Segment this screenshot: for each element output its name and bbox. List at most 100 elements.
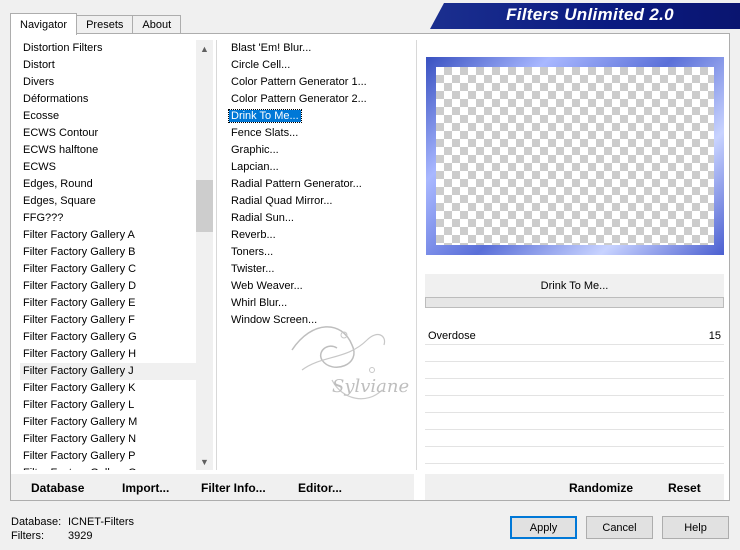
category-item[interactable]: Filter Factory Gallery F (20, 312, 196, 329)
category-item[interactable]: Filter Factory Gallery M (20, 414, 196, 431)
category-item[interactable]: Filter Factory Gallery K (20, 380, 196, 397)
filter-item[interactable]: Reverb... (228, 227, 408, 244)
filter-name-bar: Drink To Me... (425, 274, 724, 297)
filter-item-label: Blast 'Em! Blur... (231, 42, 312, 54)
filter-info-button[interactable]: Filter Info... (201, 481, 266, 495)
tab-navigator[interactable]: Navigator (10, 13, 78, 35)
param-row-empty (425, 413, 724, 430)
filter-item[interactable]: Web Weaver... (228, 278, 408, 295)
filter-list[interactable]: Blast 'Em! Blur... Circle Cell... Color Pa… (228, 40, 408, 340)
filter-item-label: Radial Pattern Generator... (231, 178, 362, 190)
filter-item-label: Web Weaver... (231, 280, 303, 292)
watermark-text: Sylviane (332, 376, 409, 397)
filter-item-label: Toners... (231, 246, 274, 258)
category-item[interactable]: Filter Factory Gallery N (20, 431, 196, 448)
category-item[interactable]: Edges, Square (20, 193, 196, 210)
database-value: ICNET-Filters (68, 516, 134, 528)
filter-item[interactable]: Blast 'Em! Blur... (228, 40, 408, 57)
preview-image (426, 57, 724, 255)
category-item[interactable]: Filter Factory Gallery P (20, 448, 196, 465)
divider (216, 40, 217, 470)
category-scrollbar[interactable]: ▲ ▼ (196, 40, 213, 470)
filter-item-label: Color Pattern Generator 1... (231, 76, 367, 88)
category-item[interactable]: Filter Factory Gallery H (20, 346, 196, 363)
filter-item[interactable]: Graphic... (228, 142, 408, 159)
filter-item[interactable]: Twister... (228, 261, 408, 278)
filters-count-value: 3929 (68, 530, 93, 542)
param-value: 15 (708, 330, 721, 342)
category-item[interactable]: Filter Factory Gallery A (20, 227, 196, 244)
filter-item-label: Drink To Me... (228, 109, 302, 123)
category-item[interactable]: FFG??? (20, 210, 196, 227)
filter-item[interactable]: Toners... (228, 244, 408, 261)
category-item[interactable]: Filter Factory Gallery J (20, 363, 196, 380)
filter-item[interactable]: Radial Quad Mirror... (228, 193, 408, 210)
watermark-signature: Sylviane (291, 326, 409, 400)
category-list[interactable]: Distortion Filters Distort Divers Déformati… (20, 40, 196, 470)
param-row-empty (425, 430, 724, 447)
category-item[interactable]: Filter Factory Gallery E (20, 295, 196, 312)
selected-filter-name: Drink To Me... (540, 279, 609, 292)
param-row-empty (425, 447, 724, 464)
filter-item[interactable]: Radial Pattern Generator... (228, 176, 408, 193)
import-button[interactable]: Import... (122, 481, 169, 495)
filter-item[interactable]: Lapcian... (228, 159, 408, 176)
category-item[interactable]: Filter Factory Gallery B (20, 244, 196, 261)
category-item[interactable]: Distort (20, 57, 196, 74)
category-item[interactable]: Filter Factory Gallery G (20, 329, 196, 346)
progress-bar (425, 297, 724, 308)
param-row-empty (425, 379, 724, 396)
scroll-thumb[interactable] (196, 180, 213, 232)
filter-item-label: Circle Cell... (231, 59, 291, 71)
filter-item-label: Twister... (231, 263, 275, 275)
category-item[interactable]: Filter Factory Gallery L (20, 397, 196, 414)
category-item[interactable]: Filter Factory Gallery C (20, 261, 196, 278)
category-item[interactable]: Edges, Round (20, 176, 196, 193)
tab-strip: Navigator Presets About (10, 13, 182, 35)
category-item[interactable]: Filter Factory Gallery D (20, 278, 196, 295)
category-item[interactable]: ECWS (20, 159, 196, 176)
scroll-up-icon[interactable]: ▲ (196, 40, 213, 57)
param-row-empty (425, 396, 724, 413)
filter-item-label: Fence Slats... (231, 127, 299, 139)
filter-item[interactable]: Drink To Me... (228, 108, 408, 125)
category-item[interactable]: ECWS Contour (20, 125, 196, 142)
filter-item[interactable]: Color Pattern Generator 2... (228, 91, 408, 108)
filter-item-label: Graphic... (231, 144, 279, 156)
scroll-down-icon[interactable]: ▼ (196, 453, 213, 470)
filters-count-label: Filters: (11, 530, 44, 542)
param-row-empty (425, 362, 724, 379)
banner-title: Filters Unlimited 2.0 (506, 5, 674, 24)
category-item[interactable]: ECWS halftone (20, 142, 196, 159)
filter-item[interactable]: Radial Sun... (228, 210, 408, 227)
help-button[interactable]: Help (662, 516, 729, 539)
category-item[interactable]: Filter Factory Gallery Q (20, 465, 196, 470)
filter-item-label: Color Pattern Generator 2... (231, 93, 367, 105)
filter-item-label: Lapcian... (231, 161, 279, 173)
parameter-list: Overdose 15 (425, 328, 724, 464)
param-row[interactable]: Overdose 15 (425, 328, 724, 345)
filter-item[interactable]: Color Pattern Generator 1... (228, 74, 408, 91)
filter-item[interactable]: Circle Cell... (228, 57, 408, 74)
filter-item-label: Whirl Blur... (231, 297, 288, 309)
param-row-empty (425, 345, 724, 362)
category-item[interactable]: Ecosse (20, 108, 196, 125)
filter-item-label: Reverb... (231, 229, 276, 241)
reset-button[interactable]: Reset (668, 481, 701, 495)
category-item[interactable]: Distortion Filters (20, 40, 196, 57)
tab-about[interactable]: About (132, 15, 182, 34)
database-label: Database: (11, 516, 62, 528)
tab-presets[interactable]: Presets (76, 15, 134, 34)
editor-button[interactable]: Editor... (298, 481, 342, 495)
category-item[interactable]: Déformations (20, 91, 196, 108)
filter-item[interactable]: Fence Slats... (228, 125, 408, 142)
randomize-button[interactable]: Randomize (569, 481, 633, 495)
database-button[interactable]: Database (31, 481, 84, 495)
cancel-button[interactable]: Cancel (586, 516, 653, 539)
transparency-checkerboard (436, 67, 714, 245)
apply-button[interactable]: Apply (510, 516, 577, 539)
filter-item-label: Radial Sun... (231, 212, 294, 224)
filter-item-label: Radial Quad Mirror... (231, 195, 333, 207)
category-item[interactable]: Divers (20, 74, 196, 91)
param-name: Overdose (428, 330, 476, 342)
